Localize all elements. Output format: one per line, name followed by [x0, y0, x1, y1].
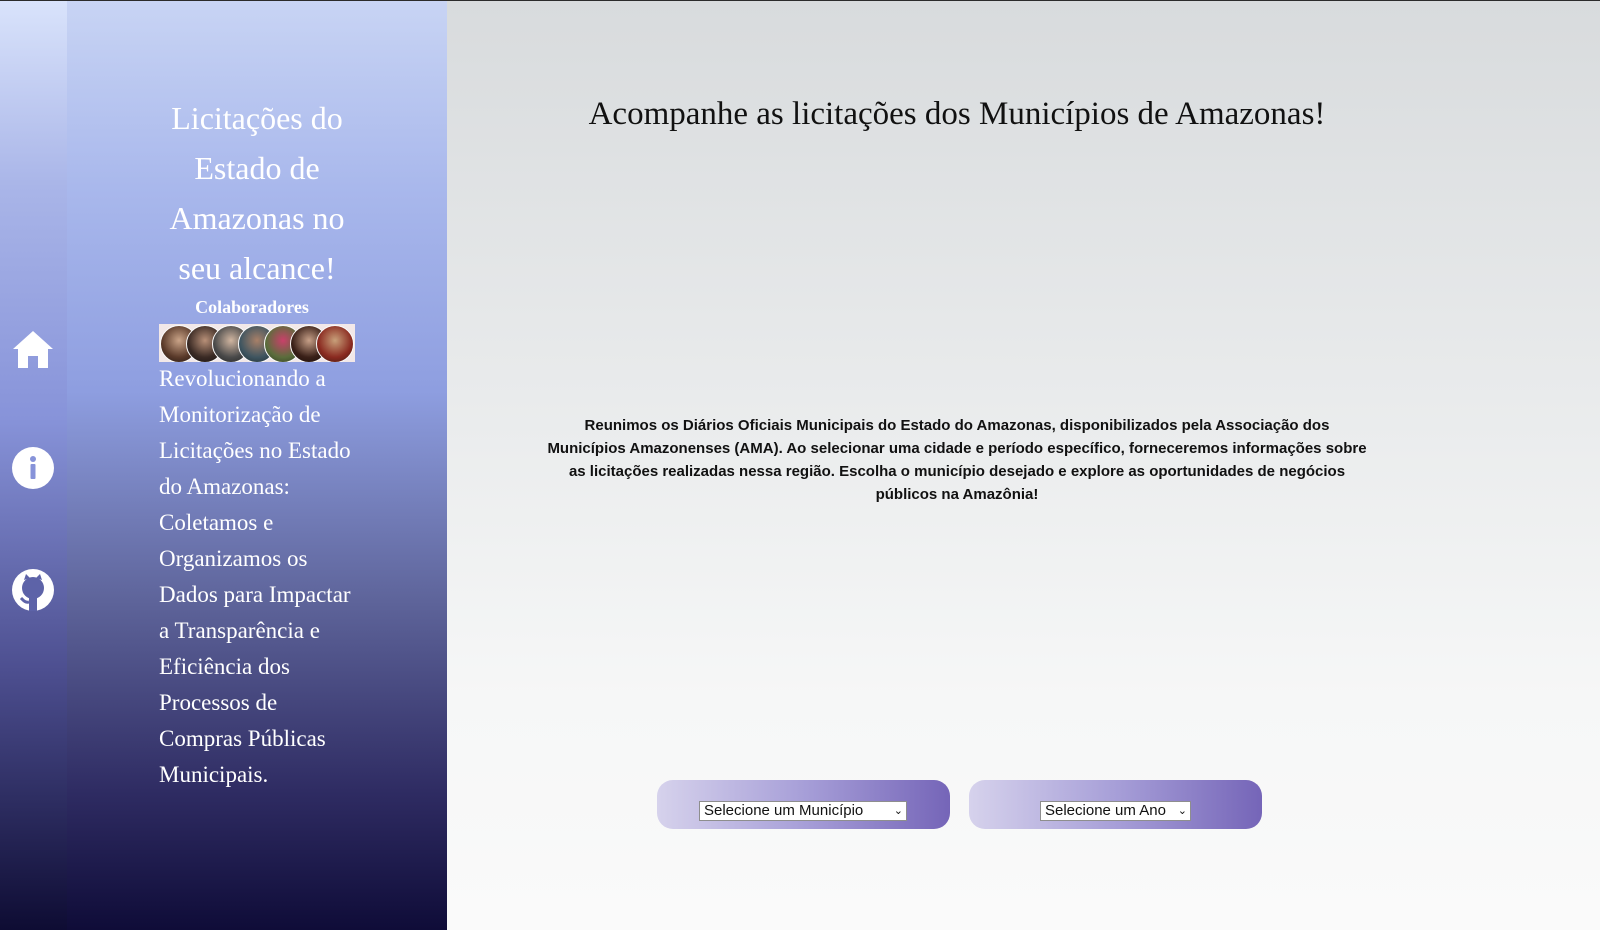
- sidebar-mission: Revolucionando a Monitorização de Licita…: [159, 366, 351, 787]
- collaborators-avatars: [159, 324, 355, 362]
- page-title: Acompanhe as licitações dos Municípios d…: [588, 96, 1326, 132]
- ano-select-value: Selecione um Ano: [1045, 802, 1166, 819]
- collaborators-label: Colaboradores: [195, 297, 309, 317]
- home-icon[interactable]: [11, 327, 55, 371]
- github-icon[interactable]: [11, 568, 55, 612]
- chevron-down-icon: ⌄: [893, 805, 903, 817]
- icon-rail: [0, 1, 67, 930]
- sidebar-title: Licitações do Estado de Amazonas no seu …: [169, 100, 345, 286]
- main-content: Acompanhe as licitações dos Municípios d…: [447, 1, 1600, 930]
- ano-select-container: Selecione um Ano ⌄: [969, 780, 1262, 829]
- municipio-select-value: Selecione um Município: [704, 802, 864, 819]
- avatar: [316, 325, 354, 362]
- info-icon[interactable]: [11, 446, 55, 490]
- sidebar: Licitações do Estado de Amazonas no seu …: [67, 1, 447, 930]
- municipio-select-container: Selecione um Município ⌄: [657, 780, 950, 829]
- chevron-down-icon: ⌄: [1177, 805, 1187, 817]
- ano-select[interactable]: Selecione um Ano ⌄: [1040, 801, 1191, 821]
- page-description: Reunimos os Diários Oficiais Municipais …: [547, 417, 1367, 503]
- municipio-select[interactable]: Selecione um Município ⌄: [699, 801, 907, 821]
